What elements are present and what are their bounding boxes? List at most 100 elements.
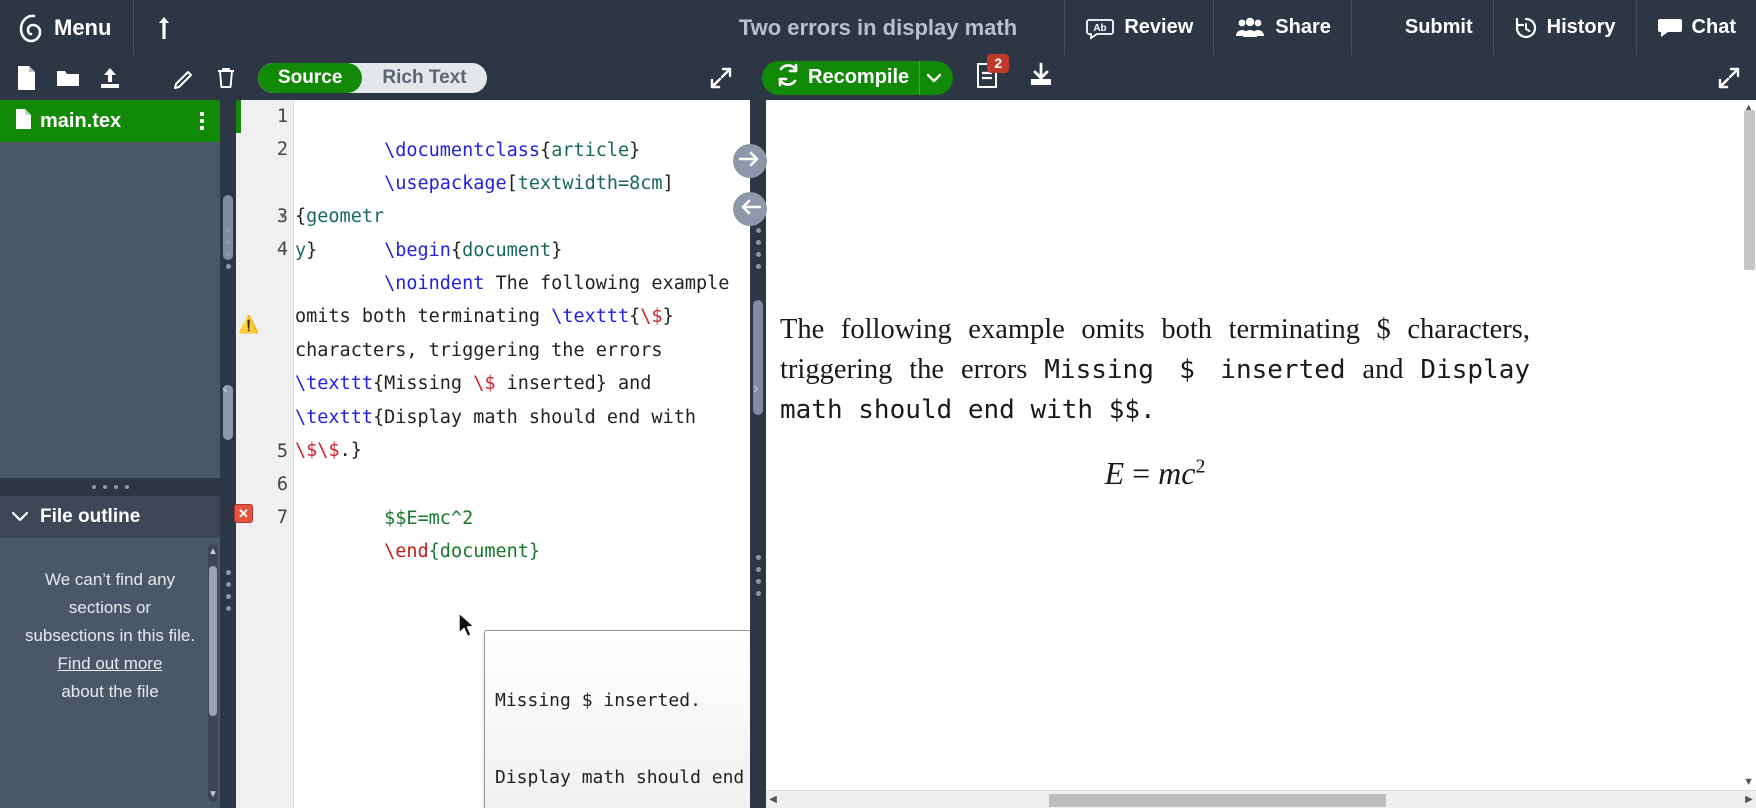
pdf-vertical-scrollbar[interactable]: ▲ ▼ <box>1742 100 1756 790</box>
review-ab-icon: Ab <box>1085 16 1115 40</box>
logs-error-badge: 2 <box>987 53 1010 73</box>
equation-equals: = <box>1132 455 1151 491</box>
rename-pencil-icon[interactable] <box>170 63 198 93</box>
file-outline-empty-message: We can’t find any sections or subsection… <box>24 570 196 646</box>
expand-pdf-icon[interactable] <box>1714 63 1744 93</box>
equation-lhs: E <box>1104 455 1125 491</box>
history-button[interactable]: History <box>1492 0 1636 55</box>
new-file-icon[interactable] <box>12 63 40 93</box>
pdf-equation: E = mc2 <box>780 455 1530 492</box>
file-sidebar: main.tex File outline We can’t find any … <box>0 100 220 808</box>
pdf-horizontal-scrollbar[interactable]: ◀ ▶ <box>766 790 1756 808</box>
upload-project-icon[interactable] <box>134 0 194 55</box>
recompile-button[interactable]: Recompile <box>762 60 954 95</box>
compile-logs-button[interactable]: 2 <box>967 53 1010 98</box>
outline-scroll-up-icon[interactable]: ▲ <box>208 546 218 557</box>
sync-to-pdf-arrow-icon <box>738 150 761 173</box>
tex-file-icon <box>14 108 32 135</box>
file-outline-header[interactable]: File outline <box>0 496 220 538</box>
editor-mode-switch: Source Rich Text <box>258 62 487 93</box>
hscroll-thumb[interactable] <box>1049 793 1387 807</box>
submit-button[interactable]: Submit <box>1350 0 1493 55</box>
overleaf-app: Menu Two errors in display math Ab Revie… <box>0 0 1756 808</box>
new-folder-icon[interactable] <box>54 63 82 93</box>
chat-bubble-icon <box>1657 16 1683 40</box>
file-tool-icons <box>0 63 240 93</box>
file-outline-title: File outline <box>40 506 141 527</box>
collapse-pdf-chevron-right-icon[interactable]: › <box>753 378 759 398</box>
editor-toolbar: Source Rich Text <box>0 55 750 100</box>
code-line-5[interactable] <box>295 435 750 469</box>
delete-trash-icon[interactable] <box>212 63 240 93</box>
menu-label: Menu <box>54 14 112 40</box>
pdf-preview-panel: › The following example omits both termi… <box>750 100 1756 808</box>
download-pdf-button[interactable] <box>1021 58 1061 98</box>
sidebar-resize-handle[interactable] <box>0 478 220 496</box>
review-label: Review <box>1124 16 1194 38</box>
sync-to-pdf-button[interactable] <box>733 144 767 178</box>
outline-scrollbar[interactable]: ▲ ▼ <box>208 544 218 802</box>
hscroll-right-icon[interactable]: ▶ <box>1742 794 1756 805</box>
top-bar-actions: Ab Review Share Submit History Chat <box>1064 0 1756 55</box>
history-clock-icon <box>1514 16 1538 40</box>
hscroll-left-icon[interactable]: ◀ <box>766 794 780 805</box>
submit-label: Submit <box>1404 16 1473 38</box>
error-x-icon[interactable]: ✕ <box>234 504 253 523</box>
recompile-refresh-icon <box>776 63 800 93</box>
code-editor: ‹ 1 2 3 ▾ 4 5 6 7 ⚠️ ✕ \documentclass{ar… <box>220 100 853 808</box>
editor-resize-dots-2[interactable] <box>226 570 231 611</box>
hscroll-track[interactable] <box>780 793 1742 807</box>
pdf-toolbar: Recompile 2 <box>750 53 1756 100</box>
sync-to-code-button[interactable] <box>733 192 767 226</box>
pdf-vscroll-thumb[interactable] <box>1744 110 1755 270</box>
people-share-icon <box>1234 16 1266 40</box>
top-bar: Menu Two errors in display math Ab Revie… <box>0 0 1756 55</box>
pdf-resize-dots[interactable] <box>756 228 761 269</box>
pdf-body-text: The following example omits both termina… <box>780 310 1530 430</box>
svg-text:Ab: Ab <box>1094 23 1107 34</box>
recompile-dropdown-caret-icon[interactable] <box>919 60 947 95</box>
chat-label: Chat <box>1691 16 1736 38</box>
menu-button[interactable]: Menu <box>0 0 135 55</box>
equation-rhs: mc <box>1158 455 1196 491</box>
download-pdf-icon <box>1028 62 1054 93</box>
expand-editor-icon[interactable] <box>706 63 736 93</box>
globe-submit-icon <box>1371 16 1396 40</box>
outline-scroll-thumb[interactable] <box>209 566 217 716</box>
line-number-4: 4 <box>276 239 288 260</box>
upload-file-icon[interactable] <box>96 63 124 93</box>
sync-to-code-arrow-icon <box>739 198 762 221</box>
line-number-2: 2 <box>276 139 288 160</box>
code-line-7[interactable]: \end{document} <box>295 501 750 602</box>
chevron-down-icon <box>11 506 29 528</box>
recompile-label: Recompile <box>808 66 910 88</box>
pdf-page[interactable]: The following example omits both termina… <box>766 100 1756 808</box>
review-button[interactable]: Ab Review <box>1064 0 1213 55</box>
share-button[interactable]: Share <box>1213 0 1351 55</box>
file-outline-body: We can’t find any sections or subsection… <box>0 538 220 808</box>
tab-source[interactable]: Source <box>258 62 363 93</box>
history-label: History <box>1546 16 1616 38</box>
find-out-more-link[interactable]: Find out more <box>58 654 163 673</box>
line-number-6: 6 <box>276 474 288 495</box>
overleaf-logo-icon <box>18 13 44 43</box>
editor-resize-dots[interactable] <box>226 228 231 269</box>
sidebar-file-name: main.tex <box>40 109 122 132</box>
mouse-cursor <box>457 612 477 645</box>
outline-scroll-down-icon[interactable]: ▼ <box>208 789 218 800</box>
kebab-menu-icon[interactable] <box>192 112 212 130</box>
pdf-resize-dots-2[interactable] <box>756 555 761 596</box>
chat-button[interactable]: Chat <box>1635 0 1756 55</box>
collapse-editor-chevron-left-icon[interactable]: ‹ <box>222 378 228 398</box>
find-out-more-tail: about the file <box>61 682 159 702</box>
sidebar-file-main-tex[interactable]: main.tex <box>0 100 220 142</box>
pdf-text-mono-1: Missing $ inserted <box>1044 355 1346 385</box>
equation-superscript: 2 <box>1195 455 1206 478</box>
tab-rich-text[interactable]: Rich Text <box>362 63 486 93</box>
warning-triangle-icon[interactable]: ⚠️ <box>238 315 259 335</box>
scroll-down-icon[interactable]: ▼ <box>1743 776 1754 788</box>
line-number-5: 5 <box>276 441 288 462</box>
line-number-1: 1 <box>276 106 288 127</box>
share-label: Share <box>1275 16 1331 38</box>
editor-left-handle[interactable]: ‹ <box>220 100 236 808</box>
